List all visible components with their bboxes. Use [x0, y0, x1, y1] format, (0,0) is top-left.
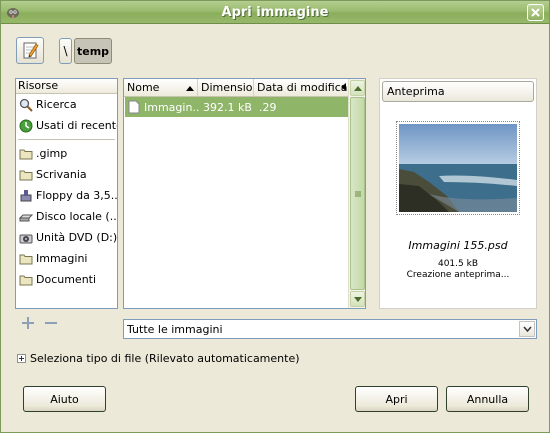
place-label: Unità DVD (D:) — [36, 231, 117, 244]
preview-button[interactable]: Anteprima — [382, 81, 534, 102]
arrow-up-icon — [353, 85, 362, 91]
place-label: Immagini — [36, 252, 88, 265]
edit-pencil-icon — [23, 42, 39, 59]
column-label: Data di modifica — [257, 81, 348, 94]
column-label: Nome — [127, 81, 160, 94]
path-current-button[interactable]: temp — [74, 38, 112, 64]
grip-icon — [354, 191, 361, 196]
path-root-button[interactable]: \ — [59, 38, 72, 64]
place-documents[interactable]: Documenti — [16, 269, 117, 290]
place-dvd[interactable]: Unità DVD (D:) — [16, 227, 117, 248]
column-date[interactable]: Data di modifica — [254, 79, 348, 96]
place-label: Ricerca — [36, 98, 77, 111]
place-floppy[interactable]: Floppy da 3,5... — [16, 185, 117, 206]
scroll-left-icon — [341, 83, 346, 91]
disk-icon — [19, 214, 33, 221]
file-list-header: Nome Dimensione Data di modifica — [124, 79, 348, 97]
place-gimp[interactable]: .gimp — [16, 143, 117, 164]
arrow-down-icon — [353, 296, 362, 302]
file-filter-select[interactable]: Tutte le immagini — [123, 319, 537, 339]
expander-label: Seleziona tipo di file (Rilevato automat… — [30, 352, 300, 365]
column-size[interactable]: Dimensione — [198, 79, 254, 96]
preview-filesize: 401.5 kB — [437, 259, 478, 269]
folder-icon — [19, 170, 33, 180]
recent-icon — [19, 119, 33, 132]
preview-status: Creazione anteprima... — [406, 270, 510, 280]
file-name: Immagin... — [144, 100, 199, 114]
expand-plus-icon — [17, 354, 26, 363]
file-open-dialog: Apri immagine \ temp Risorse Ricerca Usa… — [0, 0, 550, 433]
places-header[interactable]: Risorse — [16, 79, 117, 94]
place-label: Disco locale (... — [36, 210, 117, 223]
file-icon — [128, 100, 140, 114]
column-label: Dimensione — [201, 81, 253, 94]
column-name[interactable]: Nome — [124, 79, 198, 96]
file-row[interactable]: Immagin... 392.1 kB .29 — [125, 97, 348, 117]
folder-icon — [19, 149, 33, 159]
sort-ascending-icon — [186, 86, 194, 91]
file-date: .29 — [259, 100, 277, 114]
scroll-up-button[interactable] — [350, 80, 365, 96]
filter-selected: Tutte le immagini — [127, 323, 223, 336]
close-icon — [531, 8, 540, 17]
file-list: Nome Dimensione Data di modifica Immagin… — [123, 78, 366, 309]
place-label: .gimp — [36, 147, 68, 160]
place-label: Floppy da 3,5... — [36, 189, 117, 202]
places-divider — [18, 139, 115, 140]
dvd-icon — [19, 234, 33, 243]
place-label: Usati di recente — [36, 119, 117, 132]
titlebar[interactable]: Apri immagine — [1, 1, 549, 24]
place-local-disk[interactable]: Disco locale (... — [16, 206, 117, 227]
place-pictures[interactable]: Immagini — [16, 248, 117, 269]
file-type-expander[interactable]: Seleziona tipo di file (Rilevato automat… — [17, 352, 300, 365]
place-label: Documenti — [36, 273, 97, 286]
folder-icon — [19, 275, 33, 285]
add-bookmark-icon[interactable] — [21, 316, 35, 330]
search-icon — [19, 98, 33, 112]
floppy-icon — [20, 189, 32, 201]
file-list-scrollbar[interactable] — [348, 79, 365, 308]
file-size: 392.1 kB — [203, 100, 252, 114]
window-title: Apri immagine — [221, 5, 329, 20]
filter-dropdown-button[interactable] — [519, 321, 535, 337]
preview-filename: Immagini 155.psd — [408, 239, 508, 252]
scrollbar-thumb[interactable] — [350, 97, 365, 290]
preview-thumbnail — [396, 121, 520, 215]
preview-panel: Anteprima Immagini 155.psd 401.5 kB Crea… — [379, 78, 537, 309]
place-recent[interactable]: Usati di recente — [16, 115, 117, 136]
place-label: Scrivania — [36, 168, 87, 181]
close-button[interactable] — [527, 4, 544, 21]
place-desktop[interactable]: Scrivania — [16, 164, 117, 185]
chevron-down-icon — [522, 326, 532, 332]
folder-icon — [19, 254, 33, 264]
remove-bookmark-icon[interactable] — [44, 316, 58, 330]
cancel-button[interactable]: Annulla — [446, 386, 529, 412]
type-location-button[interactable] — [16, 37, 44, 64]
open-button[interactable]: Apri — [355, 386, 438, 412]
scroll-down-button[interactable] — [350, 291, 365, 307]
place-search[interactable]: Ricerca — [16, 94, 117, 115]
places-panel: Risorse Ricerca Usati di recente .gimp S… — [15, 78, 118, 309]
help-button[interactable]: Aiuto — [23, 386, 106, 412]
thumbnail-image — [399, 124, 517, 212]
